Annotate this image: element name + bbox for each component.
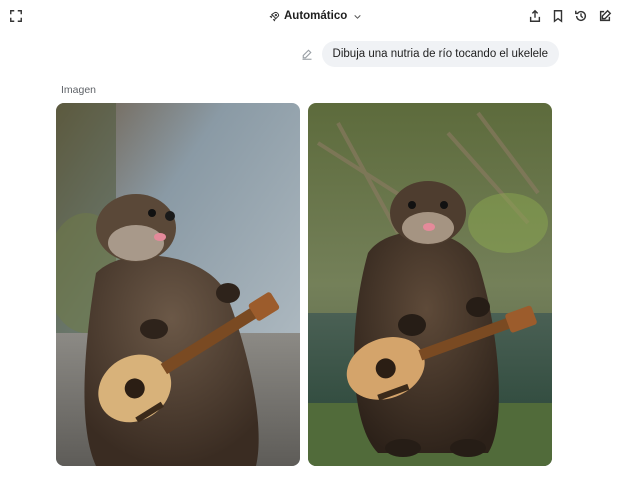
- app-root: Automático Dibuja una nutria de río toca…: [0, 0, 628, 480]
- user-message-row: Dibuja una nutria de río tocando el ukel…: [300, 41, 559, 67]
- rocket-icon: [269, 11, 280, 22]
- model-label: Automático: [284, 10, 348, 22]
- history-icon[interactable]: [571, 6, 591, 26]
- expand-icon[interactable]: [6, 6, 26, 26]
- generated-image-1[interactable]: [56, 103, 300, 466]
- share-icon[interactable]: [525, 6, 545, 26]
- generated-image-2[interactable]: [308, 103, 552, 466]
- user-message-bubble: Dibuja una nutria de río tocando el ukel…: [321, 41, 559, 67]
- top-bar: Automático: [0, 0, 628, 34]
- model-selector[interactable]: Automático: [269, 7, 362, 25]
- bookmark-icon[interactable]: [548, 6, 568, 26]
- new-chat-icon[interactable]: [595, 6, 615, 26]
- image-section-label: Imagen: [61, 84, 97, 96]
- chevron-down-icon: [354, 14, 361, 19]
- edit-message-icon[interactable]: [300, 47, 314, 61]
